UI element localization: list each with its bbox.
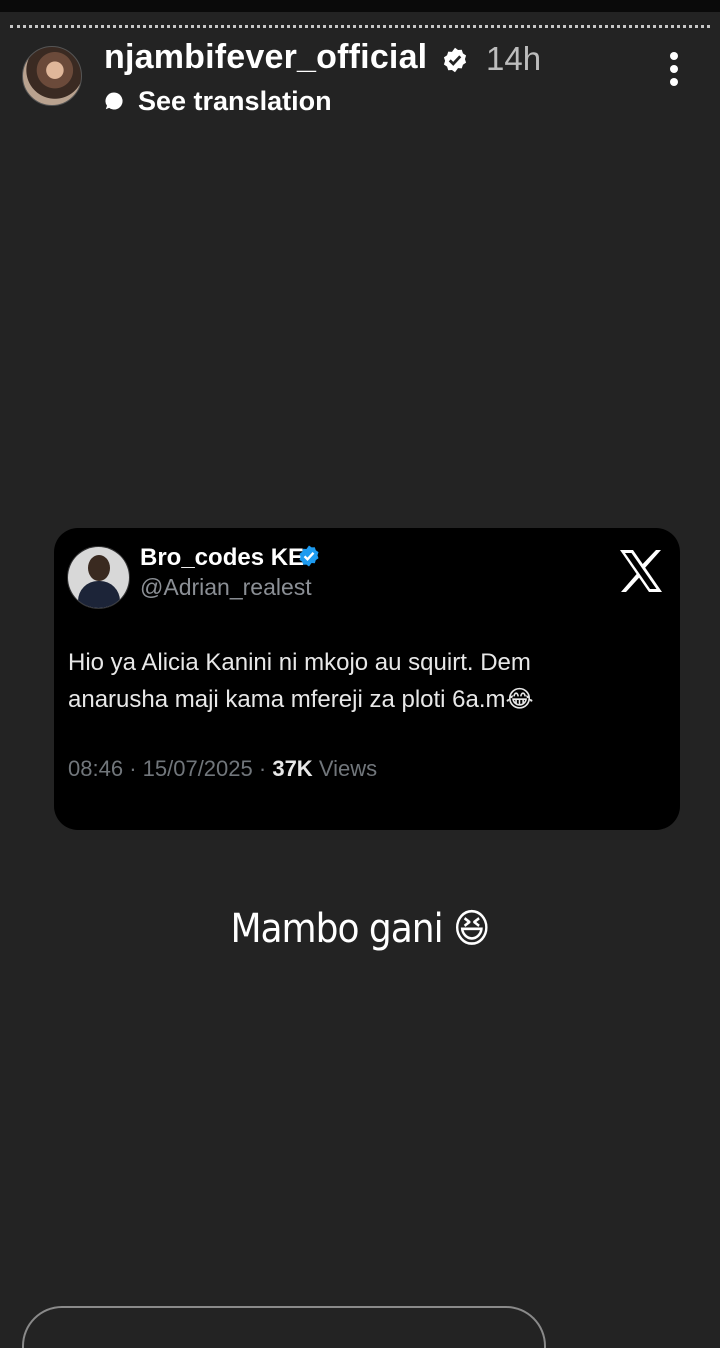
more-vertical-icon[interactable] [668,52,680,92]
verified-badge-icon [299,545,319,567]
tweet-meta: 08:46 · 15/07/2025 · 37K Views [68,756,377,782]
tweet-date: 15/07/2025 [142,756,253,781]
tweet-card: Bro_codes KE @Adrian_realest Hio ya Alic… [54,528,680,830]
story-time: 14h [486,40,542,77]
reply-input-edge[interactable] [22,1306,546,1348]
story-caption: Mambo gani 😆 [230,906,490,952]
tweet-author-name: Bro_codes KE [140,544,305,571]
story-header: njambifever_official 14h See translation [22,38,700,124]
see-translation-label: See translation [138,85,332,116]
meta-separator: · [258,756,267,781]
tweet-author-handle: @Adrian_realest [140,574,312,600]
status-strip [0,0,720,12]
story-progress-bar [10,25,710,28]
story-username[interactable]: njambifever_official [104,38,427,77]
x-logo-icon [620,550,662,592]
see-translation-button[interactable]: See translation [104,84,332,118]
tweet-text-line: anarusha maji kama mfereji za ploti 6a.m… [68,686,534,713]
tweet-time: 08:46 [68,756,124,781]
profile-avatar[interactable] [22,46,82,106]
tweet-views-label: Views [318,756,378,781]
tweet-text: Hio ya Alicia Kanini ni mkojo au squirt.… [68,644,668,718]
meta-separator: · [129,756,137,781]
tweet-text-line: Hio ya Alicia Kanini ni mkojo au squirt.… [68,649,531,676]
verified-badge-icon [443,47,467,73]
tweet-views-count: 37K [272,756,313,781]
speech-bubble-icon [105,92,123,110]
tweet-author-avatar [67,546,130,609]
